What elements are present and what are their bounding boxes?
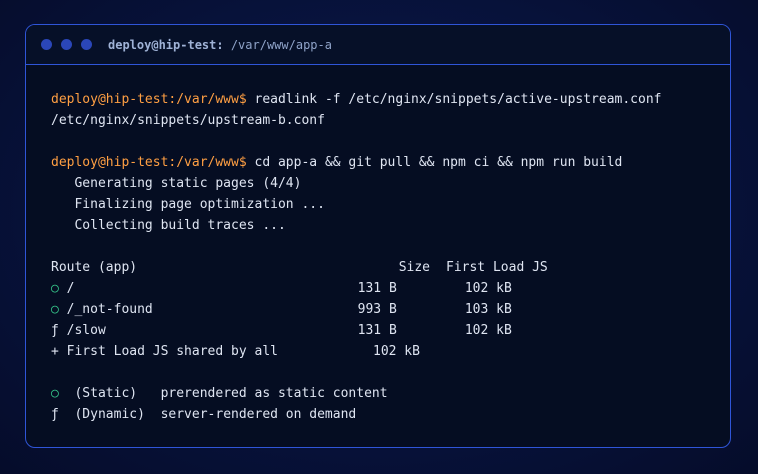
route-size: 131 B	[357, 281, 397, 296]
build-table-row: ○ / 131 B 102 kB	[51, 278, 720, 299]
dynamic-marker-icon: ƒ	[51, 407, 59, 422]
route-size: 993 B	[357, 302, 397, 317]
route-path: /	[66, 281, 75, 296]
route-size: 131 B	[357, 323, 397, 338]
command-output: Collecting build traces ...	[51, 218, 286, 233]
header-size: Size	[398, 260, 430, 275]
window-title-user: deploy@hip-test:	[108, 37, 224, 52]
title-bar: deploy@hip-test: /var/www/app-a	[26, 25, 730, 65]
shared-js-size: 102 kB	[373, 344, 420, 359]
shared-js-label: + First Load JS shared by all	[51, 344, 278, 359]
dynamic-marker-icon: ƒ	[51, 323, 59, 338]
legend-text: (Static) prerendered as static content	[58, 386, 388, 401]
header-first-load: First Load JS	[446, 260, 548, 275]
shell-prompt: deploy@hip-test:/var/www$	[51, 155, 247, 170]
route-first-load: 103 kB	[464, 302, 512, 317]
command-output: Finalizing page optimization ...	[51, 197, 325, 212]
legend-text: (Dynamic) server-rendered on demand	[58, 407, 357, 422]
route-first-load: 102 kB	[464, 323, 512, 338]
window-title: deploy@hip-test: /var/www/app-a	[108, 38, 332, 52]
build-table-row: ƒ /slow 131 B 102 kB	[51, 320, 720, 341]
route-path: /slow	[66, 323, 106, 338]
close-dot-icon[interactable]	[41, 39, 52, 50]
build-table-row: ○ /_not-found 993 B 103 kB	[51, 299, 720, 320]
static-marker-icon: ○	[51, 302, 59, 317]
command-line: deploy@hip-test:/var/www$ cd app-a && gi…	[51, 152, 720, 173]
command-line: deploy@hip-test:/var/www$ readlink -f /e…	[51, 89, 720, 110]
command-output: /etc/nginx/snippets/upstream-b.conf	[51, 113, 325, 128]
static-marker-icon: ○	[51, 281, 59, 296]
command-text: cd app-a && git pull && npm ci && npm ru…	[246, 155, 623, 170]
maximize-dot-icon[interactable]	[81, 39, 92, 50]
build-table-header: Route (app) Size First Load JS	[51, 257, 720, 278]
minimize-dot-icon[interactable]	[61, 39, 72, 50]
legend-static: ○ (Static) prerendered as static content	[51, 383, 720, 404]
window-title-path: /var/www/app-a	[223, 37, 332, 52]
route-first-load: 102 kB	[464, 281, 512, 296]
legend-dynamic: ƒ (Dynamic) server-rendered on demand	[51, 404, 720, 425]
shell-prompt: deploy@hip-test:/var/www$	[51, 92, 247, 107]
terminal-output[interactable]: deploy@hip-test:/var/www$ readlink -f /e…	[51, 89, 720, 425]
route-path: /_not-found	[66, 302, 153, 317]
command-output: Generating static pages (4/4)	[51, 176, 302, 191]
shared-js-row: + First Load JS shared by all 102 kB	[51, 341, 720, 362]
command-text: readlink -f /etc/nginx/snippets/active-u…	[246, 92, 662, 107]
terminal-window[interactable]: deploy@hip-test: /var/www/app-a deploy@h…	[25, 24, 731, 448]
header-route: Route (app)	[51, 260, 138, 275]
static-marker-icon: ○	[51, 386, 59, 401]
